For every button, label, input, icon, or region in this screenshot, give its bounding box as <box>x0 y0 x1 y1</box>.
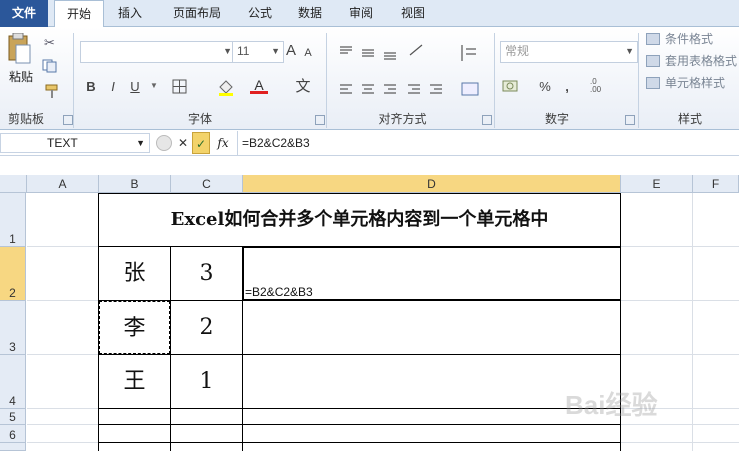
tab-insert[interactable]: 插入 <box>108 0 152 27</box>
table-border <box>98 442 621 443</box>
formula-input[interactable]: =B2&C2&B3 <box>242 131 310 156</box>
cell-b2[interactable]: 张 <box>99 247 170 300</box>
underline-dropdown-icon[interactable]: ▼ <box>150 81 158 90</box>
alignment-icons[interactable] <box>336 41 496 101</box>
row-number: 4 <box>9 394 16 408</box>
row-number: 1 <box>9 232 16 246</box>
row-header-3[interactable]: 3 <box>0 301 26 355</box>
group-label-number: 数字 <box>544 112 569 126</box>
cell-b4[interactable]: 王 <box>99 355 170 408</box>
format-as-table-icon <box>646 55 660 67</box>
row-number: 2 <box>9 286 16 300</box>
row-number: 3 <box>9 340 16 354</box>
font-name-dropdown[interactable]: ▼ <box>80 41 236 63</box>
cell-b3[interactable]: 李 <box>99 301 170 354</box>
increase-decimal-button[interactable]: .0 .00 <box>590 78 610 94</box>
column-header-b[interactable]: B <box>99 175 171 193</box>
tab-review[interactable]: 审阅 <box>338 0 384 27</box>
cell-c2[interactable]: 3 <box>171 247 242 300</box>
number-format-dropdown[interactable]: 常规 ▼ <box>500 41 638 63</box>
cell-d2-formula: =B2&C2&B3 <box>245 285 313 299</box>
borders-icon[interactable] <box>172 79 188 95</box>
watermark-logo: Bai经验 <box>565 390 658 420</box>
fill-color-icon[interactable] <box>217 78 237 96</box>
percent-button[interactable]: % <box>536 77 554 97</box>
group-label-styles: 样式 <box>677 112 702 126</box>
number-format-value: 常规 <box>505 44 530 58</box>
formula-divider <box>237 131 238 156</box>
row-header-5[interactable]: 5 <box>0 409 26 425</box>
row-number: 5 <box>9 410 16 424</box>
phonetic-guide-button[interactable]: 文 <box>293 77 313 97</box>
italic-button[interactable]: I <box>104 77 122 97</box>
tab-formulas[interactable]: 公式 <box>238 0 282 27</box>
column-header-f[interactable]: F <box>693 175 739 193</box>
currency-icon[interactable] <box>502 78 524 94</box>
copy-icon[interactable] <box>42 59 60 73</box>
row-header-1[interactable]: 1 <box>0 193 26 247</box>
cell-d2-active[interactable]: =B2&C2&B3 <box>243 247 621 300</box>
worksheet-grid[interactable]: A B C D E F 1 2 3 4 5 6 Excel如何合并多个单元格内容… <box>0 175 739 451</box>
tab-data[interactable]: 数据 <box>288 0 332 27</box>
tab-home[interactable]: 开始 <box>54 0 104 30</box>
tab-file[interactable]: 文件 <box>0 0 48 27</box>
font-color-icon[interactable]: A <box>250 77 268 97</box>
name-box[interactable]: TEXT ▼ <box>0 133 150 153</box>
font-shrink-button[interactable]: A <box>300 43 316 63</box>
cell-styles-icon <box>646 77 660 89</box>
row-header-6[interactable]: 6 <box>0 425 26 443</box>
conditional-formatting-button[interactable]: 条件格式 <box>665 29 713 49</box>
cancel-button[interactable]: ✕ <box>174 133 192 153</box>
font-size-dropdown[interactable]: 11 ▼ <box>232 41 284 63</box>
table-border <box>98 408 621 409</box>
cell-styles-button[interactable]: 单元格样式 <box>665 73 725 93</box>
font-launcher-icon[interactable] <box>315 115 325 125</box>
bold-button[interactable]: B <box>82 77 100 97</box>
font-grow-button[interactable]: A <box>282 41 300 61</box>
column-header-d[interactable]: D <box>243 175 621 193</box>
conditional-format-icon <box>646 33 660 45</box>
group-separator <box>73 33 74 128</box>
comma-button[interactable]: , <box>560 77 574 97</box>
group-separator <box>326 33 327 128</box>
tab-view[interactable]: 视图 <box>390 0 436 27</box>
group-label-font: 字体 <box>187 112 212 126</box>
format-painter-icon[interactable] <box>44 83 60 99</box>
column-header-c[interactable]: C <box>171 175 243 193</box>
format-as-table-button[interactable]: 套用表格格式 <box>665 51 737 71</box>
group-separator <box>494 33 495 128</box>
group-separator <box>638 33 639 128</box>
row-header-7[interactable] <box>0 443 26 451</box>
table-title[interactable]: Excel如何合并多个单元格内容到一个单元格中 <box>99 194 620 246</box>
ribbon-tab-bar: 文件 开始 插入 页面布局 公式 数据 审阅 视图 <box>0 0 739 30</box>
tab-page-layout[interactable]: 页面布局 <box>162 0 232 27</box>
row-header-4[interactable]: 4 <box>0 355 26 409</box>
column-header-e[interactable]: E <box>621 175 693 193</box>
formula-bar: TEXT ▼ ✕ ✓ fx =B2&C2&B3 <box>0 131 739 156</box>
formula-bar-circle-icon <box>156 135 172 151</box>
insert-function-button[interactable]: fx <box>212 133 234 153</box>
column-header-a[interactable]: A <box>27 175 99 193</box>
row-header-2[interactable]: 2 <box>0 247 26 301</box>
underline-button[interactable]: U <box>126 77 144 97</box>
group-label-alignment: 对齐方式 <box>378 112 427 126</box>
chevron-down-icon[interactable]: ▼ <box>136 134 145 152</box>
group-label-clipboard: 剪贴板 <box>7 112 44 126</box>
font-size-value: 11 <box>237 44 250 58</box>
ribbon: 粘贴 ✂ 剪贴板 ▼ 11 ▼ A A B I U ▼ A 文 字体 对齐方式 … <box>0 27 739 130</box>
cut-icon[interactable]: ✂ <box>44 35 58 50</box>
table-border <box>98 424 621 425</box>
alignment-launcher-icon[interactable] <box>482 115 492 125</box>
cell-c4[interactable]: 1 <box>171 355 242 408</box>
paste-icon[interactable] <box>6 32 32 67</box>
select-all-corner[interactable] <box>0 175 27 193</box>
number-launcher-icon[interactable] <box>625 115 635 125</box>
clipboard-launcher-icon[interactable] <box>63 115 73 125</box>
enter-button[interactable]: ✓ <box>192 132 210 154</box>
paste-button[interactable]: 粘贴 <box>4 68 38 85</box>
cell-c3[interactable]: 2 <box>171 301 242 354</box>
row-number: 6 <box>9 428 16 442</box>
name-box-value: TEXT <box>47 136 78 150</box>
